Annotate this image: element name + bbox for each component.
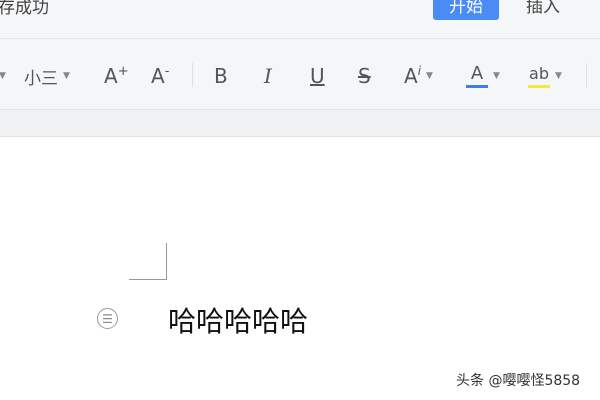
tab-start[interactable]: 开始	[433, 0, 499, 20]
document-text[interactable]: 哈哈哈哈哈	[168, 300, 308, 340]
toolbar-separator	[586, 63, 587, 87]
font-size-dropdown[interactable]: 小三 ▼	[24, 61, 70, 91]
chevron-down-icon: ▼	[63, 71, 70, 81]
highlight-icon: ab	[528, 64, 550, 88]
strikethrough-icon: S	[358, 64, 371, 88]
highlight-swatch	[528, 84, 550, 88]
bold-button[interactable]: B	[214, 61, 228, 91]
save-status: 存成功	[0, 0, 49, 18]
font-size-value: 小三	[24, 68, 58, 89]
text-effect-icon: A	[404, 64, 418, 88]
font-color-swatch	[466, 84, 488, 88]
increase-font-icon: A	[104, 64, 118, 88]
font-color-icon: A	[466, 64, 488, 88]
text-effect-button[interactable]: A i ▼	[404, 61, 433, 91]
decrease-font-icon: A	[151, 64, 165, 88]
paragraph-handle-icon[interactable]: ☰	[97, 308, 118, 329]
underline-icon: U	[310, 64, 325, 88]
font-name-dropdown-caret[interactable]: ▼	[0, 61, 6, 91]
increase-font-button[interactable]: A +	[104, 61, 129, 91]
italic-button[interactable]: I	[264, 61, 272, 91]
underline-button[interactable]: U	[310, 61, 325, 91]
chevron-down-icon: ▼	[426, 71, 433, 81]
chevron-down-icon: ▼	[0, 71, 6, 81]
toolbar-separator	[192, 63, 193, 87]
italic-icon: I	[264, 64, 272, 88]
watermark: 头条 @嘤嘤怪5858	[456, 373, 581, 389]
ruler-area	[0, 110, 600, 137]
tab-insert[interactable]: 插入	[526, 0, 560, 20]
decrease-font-button[interactable]: A -	[151, 61, 169, 91]
strikethrough-button[interactable]: S	[358, 61, 371, 91]
title-bar: 存成功 开始 插入	[0, 0, 600, 39]
bold-icon: B	[214, 64, 228, 88]
chevron-down-icon: ▼	[555, 71, 562, 81]
chevron-down-icon: ▼	[493, 71, 500, 81]
document-page[interactable]: ☰ 哈哈哈哈哈	[0, 137, 600, 400]
margin-corner-marker	[129, 243, 167, 280]
formatting-toolbar: ▼ 小三 ▼ A + A - B I U S A i ▼ A ▼ ab ▼	[0, 39, 600, 110]
highlight-button[interactable]: ab ▼	[528, 61, 562, 91]
font-color-button[interactable]: A ▼	[466, 61, 500, 91]
